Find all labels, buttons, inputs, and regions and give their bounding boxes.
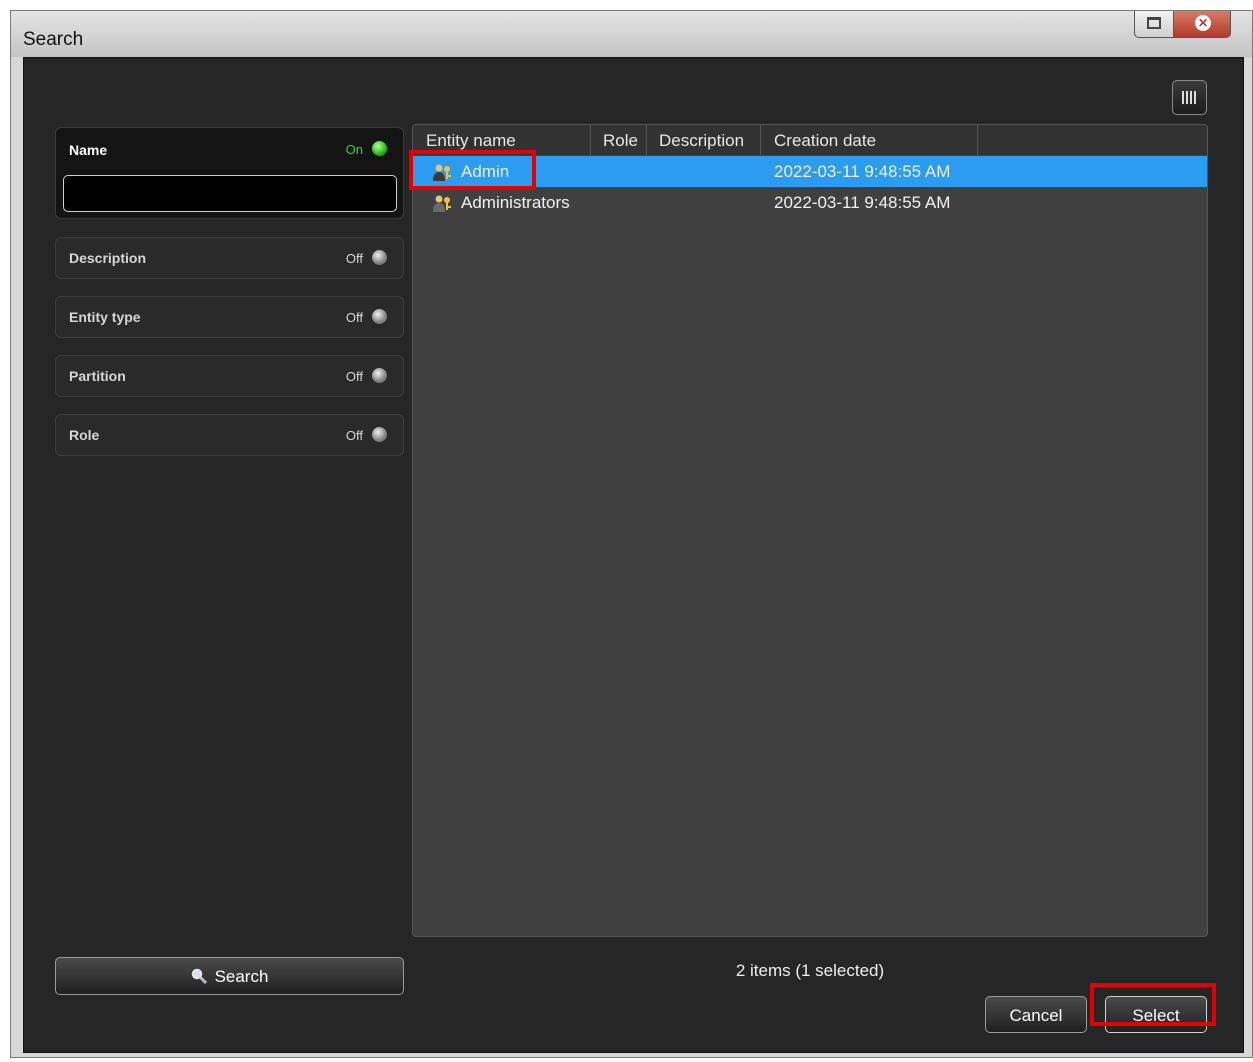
window-title: Search [23,29,84,50]
cell-entity-name: Administrators [461,193,570,212]
filter-label: Description [69,250,147,266]
filter-state: Off [345,369,363,384]
search-dialog: Search ✕ Name On Description Off Entity … [10,10,1253,1058]
filter-entity-type[interactable]: Entity type Off [55,296,404,338]
title-bar[interactable]: Search ✕ [11,11,1252,57]
table-row[interactable]: Administrators 2022-03-11 9:48:55 AM [413,187,1207,218]
column-header-creation-date[interactable]: Creation date [761,125,978,155]
cell-creation-date: 2022-03-11 9:48:55 AM [774,162,951,181]
filter-state: Off [345,428,363,443]
filter-label: Name [69,142,108,158]
close-button[interactable]: ✕ [1173,11,1231,38]
close-icon: ✕ [1195,15,1211,31]
select-button[interactable]: Select [1105,996,1207,1033]
filter-partition[interactable]: Partition Off [55,355,404,397]
grid-header: Entity name Role Description Creation da… [413,125,1207,155]
filter-state: On [345,142,363,157]
column-header-entity-name[interactable]: Entity name [413,125,591,155]
cancel-button[interactable]: Cancel [985,996,1087,1033]
cell-creation-date: 2022-03-11 9:48:55 AM [774,193,951,212]
filter-state: Off [345,251,363,266]
column-options-button[interactable] [1172,80,1207,115]
filter-label: Role [69,427,100,443]
status-led-icon[interactable] [372,368,387,383]
filter-label: Partition [69,368,126,384]
status-led-icon[interactable] [372,427,387,442]
filter-description[interactable]: Description Off [55,237,404,279]
search-button-label: Search [214,967,269,986]
maximize-button[interactable] [1134,11,1174,38]
results-count: 2 items (1 selected) [735,961,885,980]
search-button[interactable]: Search [55,957,404,995]
columns-icon [1182,91,1197,104]
status-led-icon[interactable] [372,309,387,324]
filter-role[interactable]: Role Off [55,414,404,456]
cell-entity-name: Admin [461,162,510,181]
user-group-icon [433,164,451,181]
dialog-content: Name On Description Off Entity type Off … [23,57,1244,1053]
results-grid: Entity name Role Description Creation da… [412,124,1208,937]
filter-name[interactable]: Name On [55,127,404,219]
filter-state: Off [345,310,363,325]
user-group-icon [433,195,451,212]
status-led-icon[interactable] [372,250,387,265]
column-header-role[interactable]: Role [591,125,647,155]
table-row[interactable]: Admin 2022-03-11 9:48:55 AM [413,156,1207,187]
column-header-description[interactable]: Description [647,125,761,155]
maximize-icon [1147,17,1161,29]
status-led-icon[interactable] [372,141,387,156]
filter-label: Entity type [69,309,141,325]
name-search-input[interactable] [63,175,397,212]
magnifier-icon [191,968,207,984]
